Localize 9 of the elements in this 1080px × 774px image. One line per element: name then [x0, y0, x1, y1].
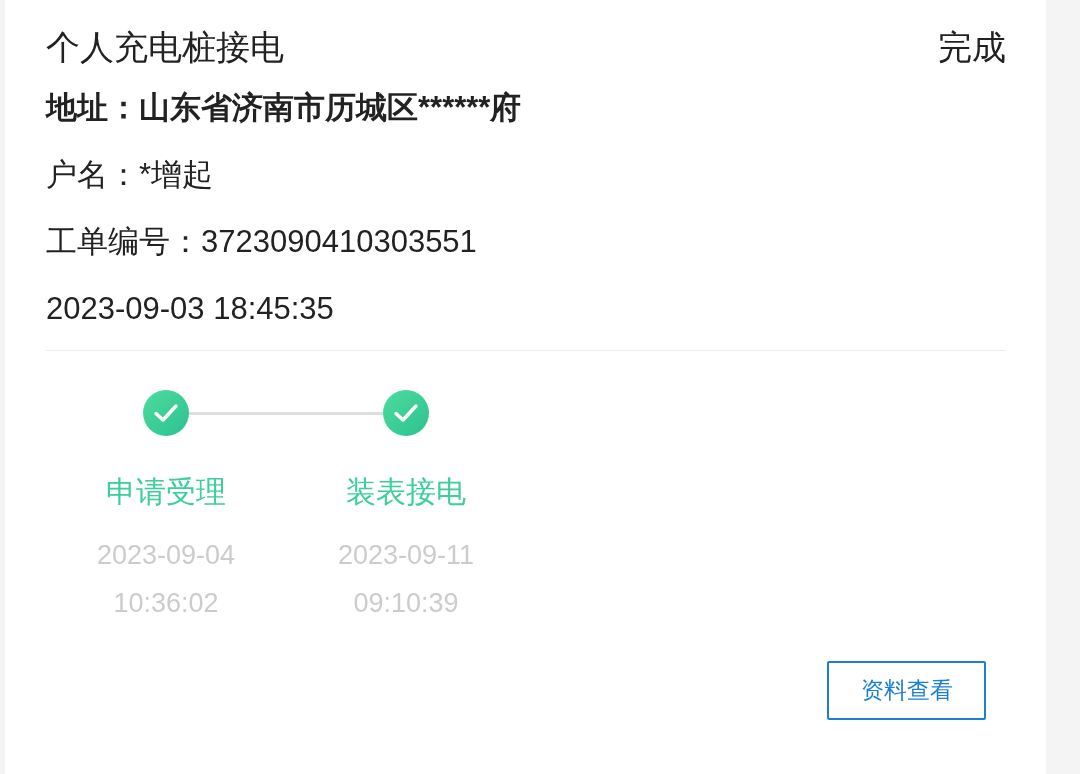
order-status: 完成 [938, 27, 1006, 68]
view-documents-button[interactable]: 资料查看 [827, 661, 986, 720]
step-label: 装表接电 [346, 474, 466, 510]
step-label: 申请受理 [106, 474, 226, 510]
order-number-text: 工单编号：3723090410303551 [46, 222, 478, 261]
order-title: 个人充电桩接电 [46, 27, 284, 68]
address-text: 地址：山东省济南市历城区******府 [46, 88, 523, 127]
created-time-text: 2023-09-03 18:45:35 [46, 289, 335, 328]
account-name-text: 户名：*增起 [46, 155, 215, 194]
